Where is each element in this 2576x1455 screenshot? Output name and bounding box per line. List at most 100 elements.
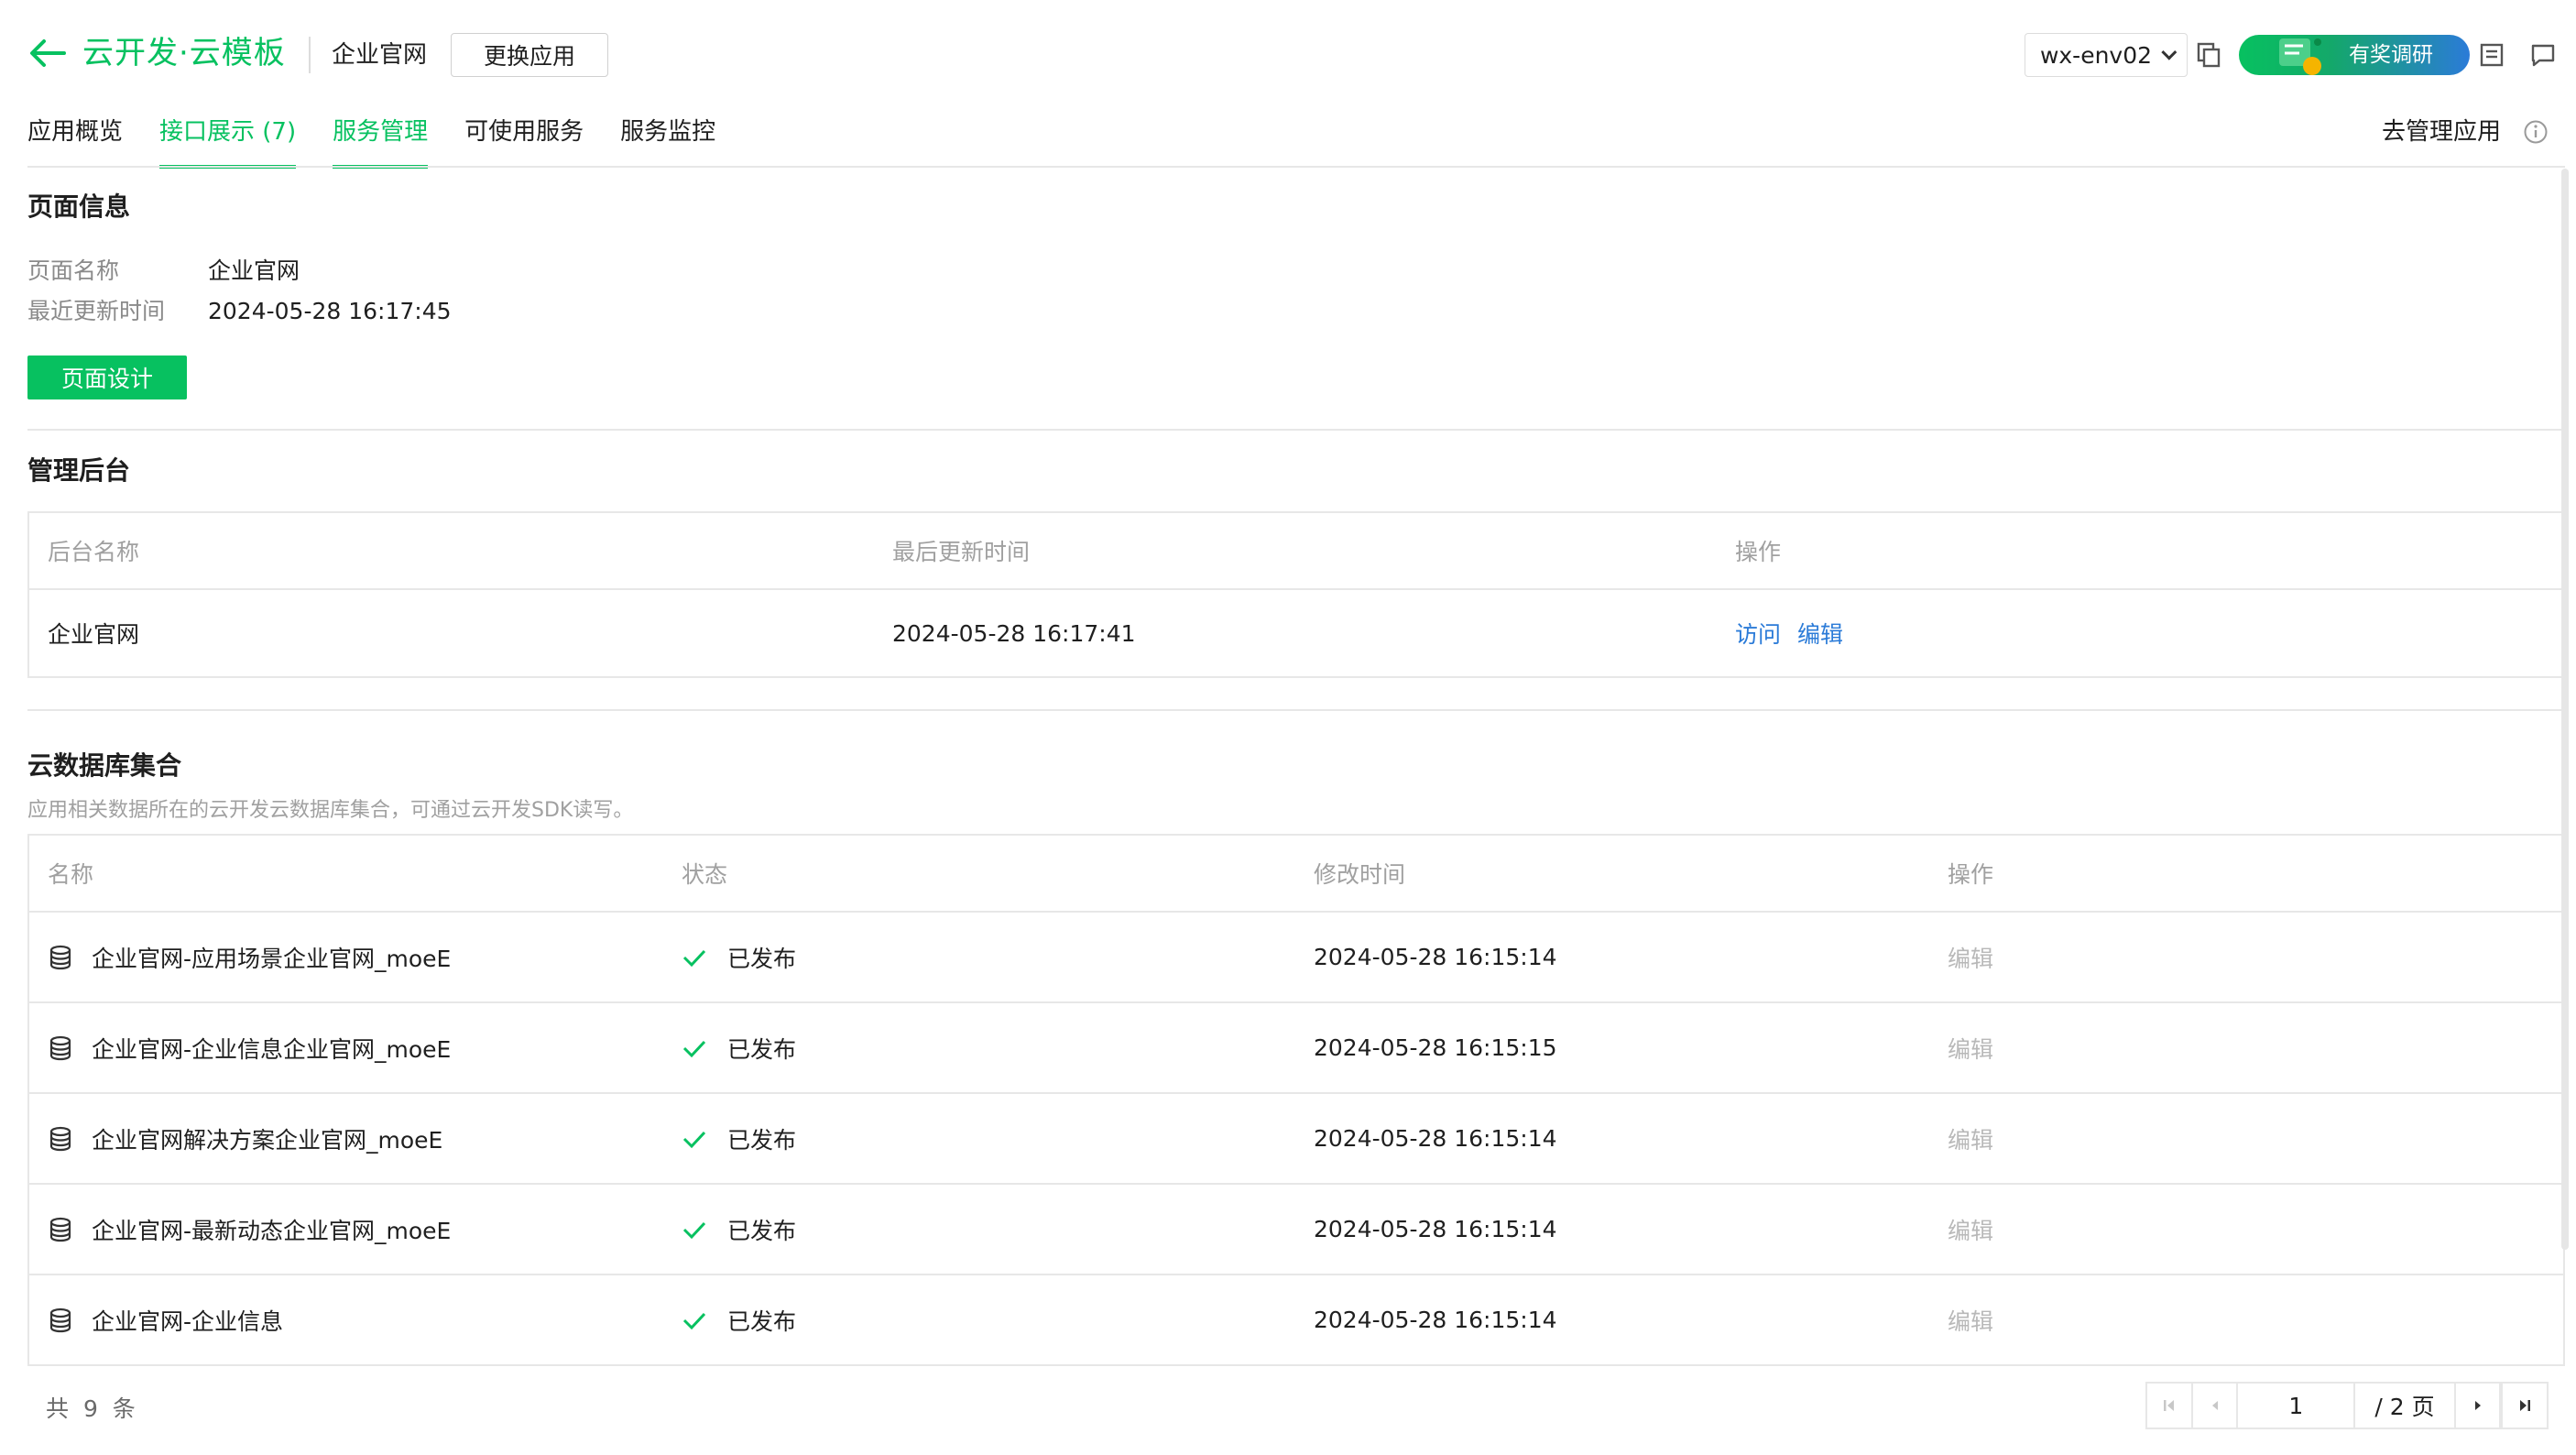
- vertical-scrollbar[interactable]: [2561, 169, 2569, 1250]
- first-page-button[interactable]: [2147, 1384, 2193, 1428]
- page-design-button[interactable]: 页面设计: [27, 356, 187, 399]
- collection-name: 企业官网-企业信息企业官网_moeE: [92, 1035, 452, 1063]
- table-row: 企业官网 2024-05-28 16:17:41 访问 编辑: [29, 588, 2563, 676]
- tab-divider: [27, 166, 2565, 168]
- status-cell: 已发布: [682, 1003, 796, 1092]
- prev-page-icon: [2211, 1401, 2218, 1410]
- status-text: 已发布: [727, 1217, 797, 1244]
- admin-name-cell: 企业官网: [48, 621, 140, 648]
- database-icon: [49, 1126, 71, 1151]
- edit-action-cell: 编辑: [1948, 1185, 1993, 1274]
- section-divider: [27, 429, 2565, 431]
- status-text: 已发布: [727, 1126, 797, 1154]
- document-icon[interactable]: [2479, 42, 2505, 68]
- tab-api-display[interactable]: 接口展示 (7): [159, 108, 297, 169]
- status-text: 已发布: [727, 945, 797, 972]
- modified-cell: 2024-05-28 16:15:15: [1314, 1034, 1557, 1061]
- survey-button[interactable]: 有奖调研: [2239, 35, 2470, 75]
- database-icon: [49, 1217, 71, 1242]
- total-pages: / 2 页: [2355, 1384, 2456, 1428]
- column-header: 最后更新时间: [892, 539, 1031, 565]
- prev-page-button[interactable]: [2193, 1384, 2239, 1428]
- edit-link[interactable]: 编辑: [1948, 1032, 1993, 1065]
- switch-app-button[interactable]: 更换应用: [451, 33, 608, 77]
- edit-action-cell: 编辑: [1948, 913, 1993, 1001]
- modified-cell: 2024-05-28 16:15:14: [1314, 1307, 1557, 1333]
- status-cell: 已发布: [682, 1275, 796, 1364]
- collection-name-cell: 企业官网-应用场景企业官网_moeE: [48, 913, 451, 1001]
- edit-action-cell: 编辑: [1948, 1275, 1993, 1364]
- collection-name: 企业官网-企业信息: [92, 1307, 284, 1335]
- env-select[interactable]: wx-env02: [2025, 33, 2188, 77]
- collection-name: 企业官网-最新动态企业官网_moeE: [92, 1217, 452, 1244]
- page-name-label: 页面名称: [27, 257, 120, 284]
- collection-name-cell: 企业官网解决方案企业官网_moeE: [48, 1094, 442, 1183]
- back-button[interactable]: [27, 33, 68, 73]
- edit-link[interactable]: 编辑: [1948, 941, 1993, 974]
- table-header-row: 名称 状态 修改时间 操作: [29, 836, 2563, 911]
- collection-name-cell: 企业官网-企业信息: [48, 1275, 283, 1364]
- edit-action-cell: 编辑: [1948, 1094, 1993, 1183]
- column-header: 后台名称: [48, 539, 140, 565]
- tab-bar: 应用概览 接口展示 (7) 服务管理 可使用服务 服务监控: [27, 108, 715, 169]
- survey-label: 有奖调研: [2349, 43, 2433, 67]
- info-icon[interactable]: [2523, 119, 2549, 145]
- edit-link[interactable]: 编辑: [1948, 1304, 1993, 1337]
- edit-link[interactable]: 编辑: [1797, 617, 1843, 650]
- tab-service-monitoring[interactable]: 服务监控: [620, 108, 715, 167]
- survey-badge-icon: [2279, 38, 2321, 75]
- status-cell: 已发布: [682, 1185, 796, 1274]
- back-arrow-icon: [30, 39, 66, 67]
- edit-link[interactable]: 编辑: [1948, 1122, 1993, 1155]
- env-select-value: wx-env02: [2039, 41, 2153, 69]
- app-header: 云开发·云模板 企业官网 更换应用 wx-env02 有奖调研: [0, 0, 2576, 110]
- app-title: 企业官网: [332, 41, 428, 69]
- page-info-title: 页面信息: [27, 191, 131, 222]
- manage-app-link[interactable]: 去管理应用: [2382, 114, 2501, 150]
- copy-icon[interactable]: [2197, 42, 2221, 68]
- check-icon: [682, 1221, 706, 1239]
- table-row: 企业官网-企业信息 已发布 2024-05-28 16:15:14 编辑: [29, 1274, 2563, 1364]
- next-page-button[interactable]: [2456, 1384, 2502, 1428]
- table-row: 企业官网-应用场景企业官网_moeE 已发布 2024-05-28 16:15:…: [29, 911, 2563, 1001]
- table-row: 企业官网-最新动态企业官网_moeE 已发布 2024-05-28 16:15:…: [29, 1183, 2563, 1274]
- database-table: 名称 状态 修改时间 操作 企业官网-应用场景企业官网_moeE 已发布 202…: [27, 834, 2565, 1366]
- updated-time-value: 2024-05-28 16:17:45: [208, 298, 452, 324]
- modified-cell: 2024-05-28 16:15:14: [1314, 1216, 1557, 1242]
- message-icon[interactable]: [2530, 42, 2556, 68]
- app-name: 云开发·云模板: [82, 35, 286, 71]
- column-header: 操作: [1948, 861, 1994, 888]
- tab-available-services[interactable]: 可使用服务: [464, 108, 584, 167]
- table-header-row: 后台名称 最后更新时间 操作: [29, 513, 2563, 588]
- column-header: 修改时间: [1314, 861, 1406, 888]
- column-header: 名称: [48, 861, 94, 888]
- collection-name: 企业官网-应用场景企业官网_moeE: [92, 945, 452, 972]
- admin-updated-cell: 2024-05-28 16:17:41: [892, 619, 1136, 647]
- check-icon: [682, 1312, 706, 1329]
- section-divider: [27, 709, 2565, 711]
- database-icon: [49, 945, 71, 969]
- column-header: 操作: [1735, 539, 1782, 565]
- last-page-button[interactable]: [2501, 1384, 2547, 1428]
- admin-title: 管理后台: [27, 455, 131, 486]
- status-text: 已发布: [727, 1307, 797, 1335]
- visit-link[interactable]: 访问: [1735, 617, 1781, 650]
- tab-overview[interactable]: 应用概览: [27, 108, 123, 167]
- header-divider: [309, 37, 311, 73]
- updated-time-label: 最近更新时间: [27, 298, 166, 324]
- check-icon: [682, 949, 706, 967]
- check-icon: [682, 1131, 706, 1148]
- database-title: 云数据库集合: [27, 750, 182, 781]
- admin-actions-cell: 访问 编辑: [1735, 590, 1860, 676]
- tab-service-management[interactable]: 服务管理: [333, 108, 429, 169]
- edit-action-cell: 编辑: [1948, 1003, 1993, 1092]
- database-icon: [49, 1035, 71, 1060]
- page-number-input[interactable]: [2238, 1384, 2356, 1428]
- status-text: 已发布: [727, 1035, 797, 1063]
- database-icon: [49, 1307, 71, 1332]
- modified-cell: 2024-05-28 16:15:14: [1314, 944, 1557, 970]
- admin-table: 后台名称 最后更新时间 操作 企业官网 2024-05-28 16:17:41 …: [27, 511, 2565, 678]
- edit-link[interactable]: 编辑: [1948, 1213, 1993, 1246]
- total-count: 共 9 条: [46, 1395, 139, 1422]
- chevron-down-icon: [2161, 44, 2178, 60]
